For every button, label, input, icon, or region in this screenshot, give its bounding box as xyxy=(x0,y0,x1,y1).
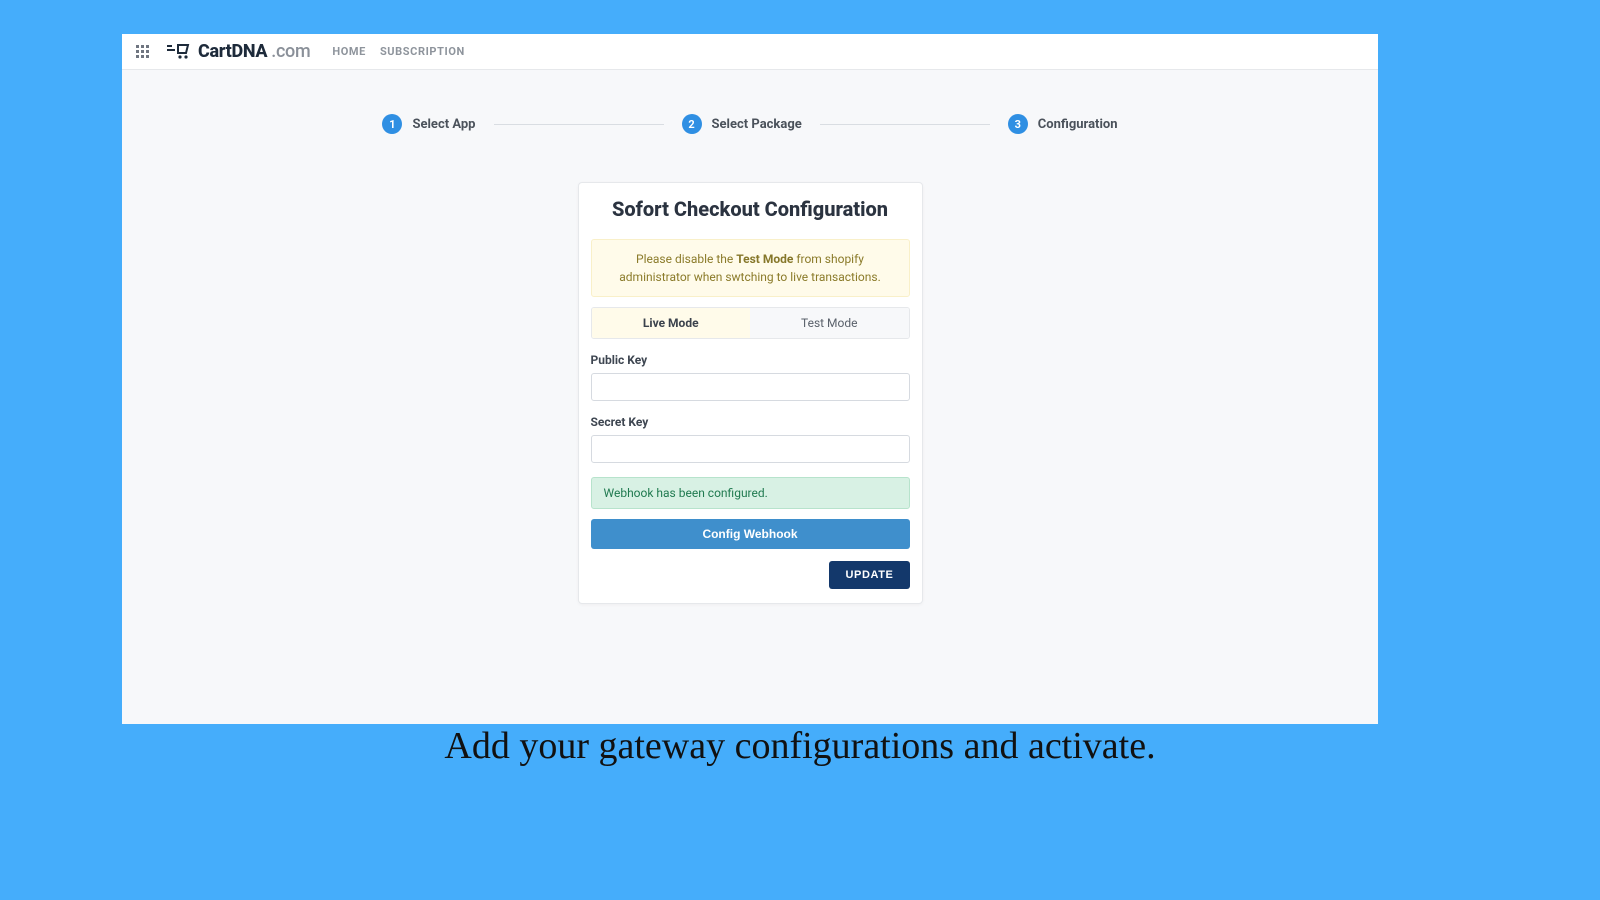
step-label: Select App xyxy=(412,117,475,132)
warning-text-pre: Please disable the xyxy=(636,252,736,266)
step-label: Select Package xyxy=(712,117,802,132)
topbar: CartDNA.com HOME SUBSCRIPTION xyxy=(122,34,1378,70)
public-key-field: Public Key xyxy=(591,353,910,401)
step-number: 3 xyxy=(1008,114,1028,134)
brand-logo[interactable]: CartDNA.com xyxy=(166,41,310,62)
step-divider xyxy=(820,124,990,125)
stepper: 1 Select App 2 Select Package 3 Configur… xyxy=(122,114,1378,134)
config-card: Sofort Checkout Configuration Please dis… xyxy=(578,182,923,604)
webhook-success-alert: Webhook has been configured. xyxy=(591,477,910,509)
card-body: Please disable the Test Mode from shopif… xyxy=(579,229,922,603)
cart-icon xyxy=(166,43,194,61)
tab-live-mode[interactable]: Live Mode xyxy=(592,308,751,338)
tab-test-mode[interactable]: Test Mode xyxy=(750,308,909,338)
nav-home[interactable]: HOME xyxy=(332,45,366,58)
step-select-app[interactable]: 1 Select App xyxy=(382,114,475,134)
public-key-label: Public Key xyxy=(591,353,910,367)
step-select-package[interactable]: 2 Select Package xyxy=(682,114,802,134)
nav-subscription[interactable]: SUBSCRIPTION xyxy=(380,45,465,58)
warning-text-bold: Test Mode xyxy=(736,252,793,266)
app-window: CartDNA.com HOME SUBSCRIPTION 1 Select A… xyxy=(122,34,1378,724)
step-configuration[interactable]: 3 Configuration xyxy=(1008,114,1118,134)
secret-key-field: Secret Key xyxy=(591,415,910,463)
step-label: Configuration xyxy=(1038,117,1118,132)
slide-caption: Add your gateway configurations and acti… xyxy=(0,724,1600,768)
mode-tabs: Live Mode Test Mode xyxy=(591,307,910,339)
secret-key-input[interactable] xyxy=(591,435,910,463)
top-nav: HOME SUBSCRIPTION xyxy=(332,45,465,58)
test-mode-warning: Please disable the Test Mode from shopif… xyxy=(591,239,910,297)
step-number: 1 xyxy=(382,114,402,134)
brand-name: CartDNA xyxy=(198,41,267,62)
step-number: 2 xyxy=(682,114,702,134)
card-title: Sofort Checkout Configuration xyxy=(595,197,906,221)
public-key-input[interactable] xyxy=(591,373,910,401)
update-button[interactable]: UPDATE xyxy=(829,561,909,589)
config-webhook-button[interactable]: Config Webhook xyxy=(591,519,910,549)
brand-suffix: .com xyxy=(271,41,310,62)
secret-key-label: Secret Key xyxy=(591,415,910,429)
card-header: Sofort Checkout Configuration xyxy=(579,183,922,229)
apps-grid-icon[interactable] xyxy=(136,45,150,59)
step-divider xyxy=(494,124,664,125)
